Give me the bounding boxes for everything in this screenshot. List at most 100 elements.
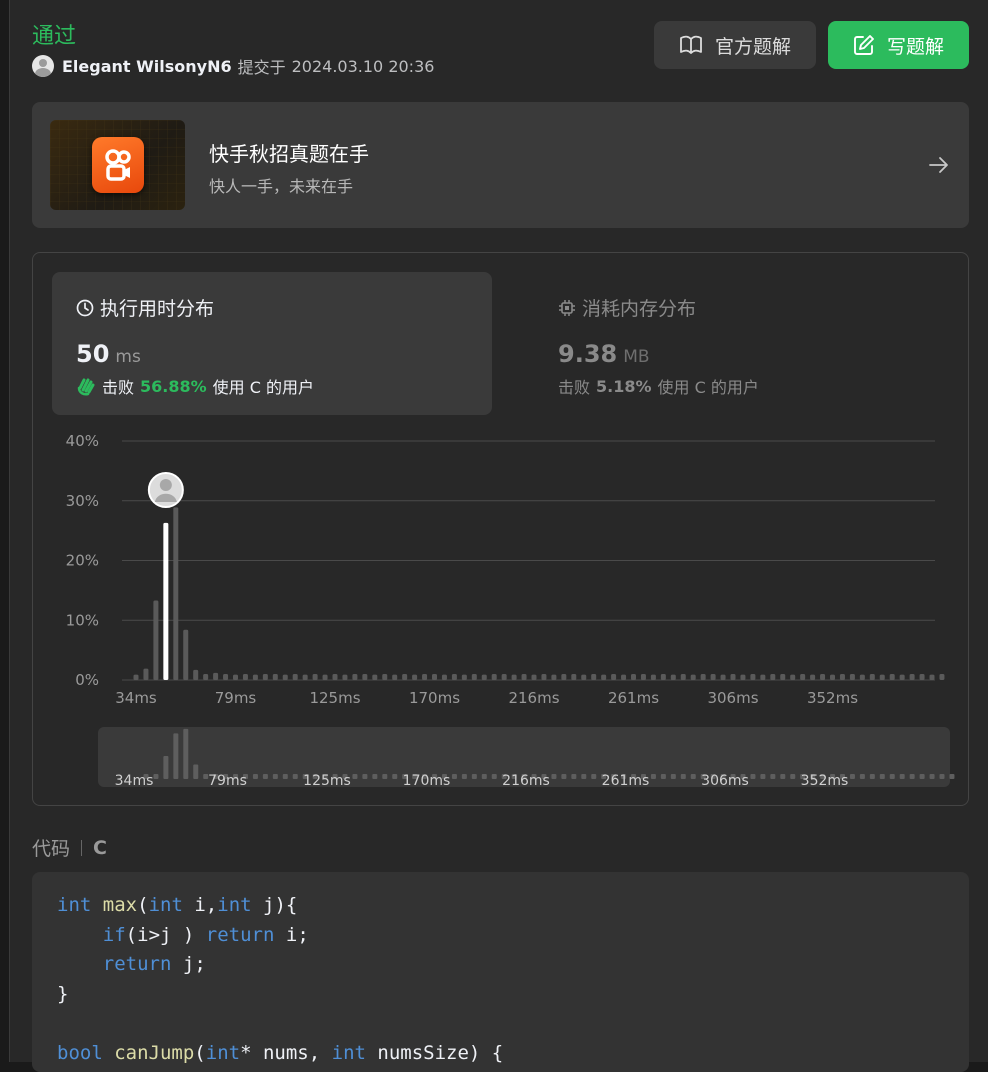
brush-bar [770,774,776,779]
chart-bar [143,668,149,680]
brush-bar [909,774,915,779]
brush-bar [670,774,676,779]
chart-bar [700,674,706,680]
brush-bar [272,774,278,779]
submitted-time: 2024.03.10 20:36 [291,56,435,76]
username[interactable]: Elegant WilsonyN6 [62,57,232,76]
kuaishou-logo [92,137,144,193]
chart-bar [830,674,835,680]
chart-bar [939,674,945,680]
chart-bar [322,674,328,680]
chart-bar [332,674,338,680]
chart-bar [223,674,229,680]
chart-bar [292,674,298,680]
chart-bar [432,674,437,680]
brush-bar [193,764,199,779]
brush-bar [282,774,288,779]
chart-bar [262,674,268,680]
chart-bar [770,674,776,680]
brush-bar [153,774,159,779]
brush-tick-label: 216ms [502,773,550,789]
chart-bar [372,674,378,680]
brush-bar [680,774,686,779]
code-block[interactable]: int max(int i,int j){ if(i>j ) return i;… [32,872,969,1072]
brush-tick-label: 79ms [208,773,247,789]
y-tick-label: 0% [75,671,99,689]
brush-bar [859,774,865,779]
chart-bar [551,674,557,680]
chart-bar [531,674,537,680]
chart-bar [869,674,875,680]
submitter-info: Elegant WilsonyN6 提交于 2024.03.10 20:36 [32,54,434,78]
chart-bar [203,674,209,680]
chart-bar [571,674,577,680]
performance-stats: 执行用时分布 50 ms 击败 56.88% 使用 C 的用户 消耗内存分布 9.… [32,252,969,806]
brush-bar [471,774,477,779]
brush-bar [919,774,925,779]
brush-bar [163,755,169,779]
chart-bar [849,674,855,680]
chart-bar [541,674,547,680]
chart-bar [760,674,766,680]
chart-bar [342,674,348,680]
chart-bar [133,674,139,680]
chart-bar [441,674,447,680]
chart-bar [521,674,527,680]
chart-bar [591,674,597,680]
brush-tick-label: 125ms [303,773,351,789]
write-solution-button[interactable]: 写题解 [828,21,969,69]
chart-bar [302,674,308,680]
brush-bar [650,774,656,779]
code-line: } [57,982,69,1005]
code-line: bool canJump(int* nums, int numsSize) { [57,1041,504,1064]
code-line: return j; [102,953,206,976]
brush-bar [262,774,268,779]
brush-bar [372,774,378,779]
chart-bar [183,629,189,680]
chart-bar [382,674,388,680]
promo-banner[interactable]: 快手秋招真题在手 快人一手，未来在手 [32,102,969,228]
chart-bar [650,674,656,680]
chart-bar [481,674,487,680]
brush-bar [571,774,577,779]
chart-bar [730,674,736,680]
chart-bar [909,674,915,680]
banner-title: 快手秋招真题在手 [209,142,369,166]
chart-bar [451,674,457,680]
chart-bar [461,674,467,680]
chart-bar [720,674,726,680]
chart-bar [710,674,716,680]
avatar[interactable] [32,55,54,77]
code-header: 代码 C [32,834,107,861]
runtime-distribution-chart: 0% 10% 20% 30% 40% 34ms 34ms 79ms 79ms 125ms 125ms… [66,432,955,789]
submission-status: 通过 [32,24,77,49]
y-tick-label: 40% [66,432,99,450]
chart-bar [631,674,636,680]
chart-bar [581,674,587,680]
chart-bar [810,674,816,680]
x-tick-label: 261ms [608,689,659,707]
brush-tick-label: 352ms [801,773,849,789]
chart-bar [471,674,477,680]
chart-bar [820,674,826,680]
brush-bar [949,774,955,779]
x-tick-label: 306ms [707,689,758,707]
official-solution-button[interactable]: 官方题解 [654,21,816,69]
chart-bar [899,674,905,680]
chart-bar [491,674,497,680]
edit-icon [854,35,874,55]
chart-bar [352,674,358,680]
write-solution-label: 写题解 [886,35,944,58]
code-line: if(i>j ) return i; [102,923,309,946]
chart-bar [670,674,676,680]
brush-bar [790,774,796,779]
chart-bar [242,674,248,680]
official-solution-label: 官方题解 [714,35,791,58]
chart-bar [929,674,935,680]
chart-bar [252,674,258,680]
chart-bar [640,674,646,680]
chart-bar [790,674,796,680]
chart-bar [501,674,507,680]
brush-bar [591,774,597,779]
